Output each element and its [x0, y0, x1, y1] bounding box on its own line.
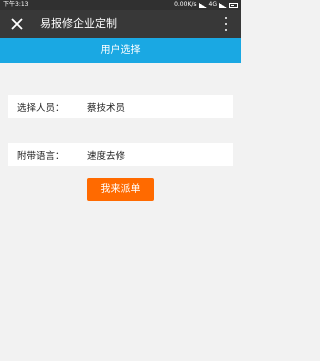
close-icon[interactable]	[10, 17, 24, 31]
status-bar: 下午3:13 0.00K/s 4G	[0, 0, 241, 10]
battery-icon	[229, 2, 238, 8]
network-speed: 0.00K/s	[174, 1, 197, 8]
more-icon[interactable]	[223, 17, 229, 31]
app-bar: 易报修企业定制	[0, 10, 241, 38]
select-person-row[interactable]: 选择人员： 蔡技术员	[8, 95, 233, 118]
page-title: 用户选择	[0, 38, 241, 63]
attached-message-label: 附带语言：	[17, 150, 65, 162]
select-person-label: 选择人员：	[17, 102, 65, 114]
dispatch-button[interactable]: 我来派单	[87, 178, 154, 201]
status-icons: 0.00K/s 4G	[174, 0, 238, 10]
signal-icon-2	[219, 2, 227, 8]
attached-message-value[interactable]: 速度去修	[87, 148, 125, 162]
network-type: 4G	[208, 1, 217, 8]
select-person-value[interactable]: 蔡技术员	[87, 100, 125, 114]
attached-message-row[interactable]: 附带语言： 速度去修	[8, 143, 233, 166]
app-title: 易报修企业定制	[40, 17, 117, 30]
status-time: 下午3:13	[3, 1, 29, 8]
signal-icon	[198, 2, 207, 8]
